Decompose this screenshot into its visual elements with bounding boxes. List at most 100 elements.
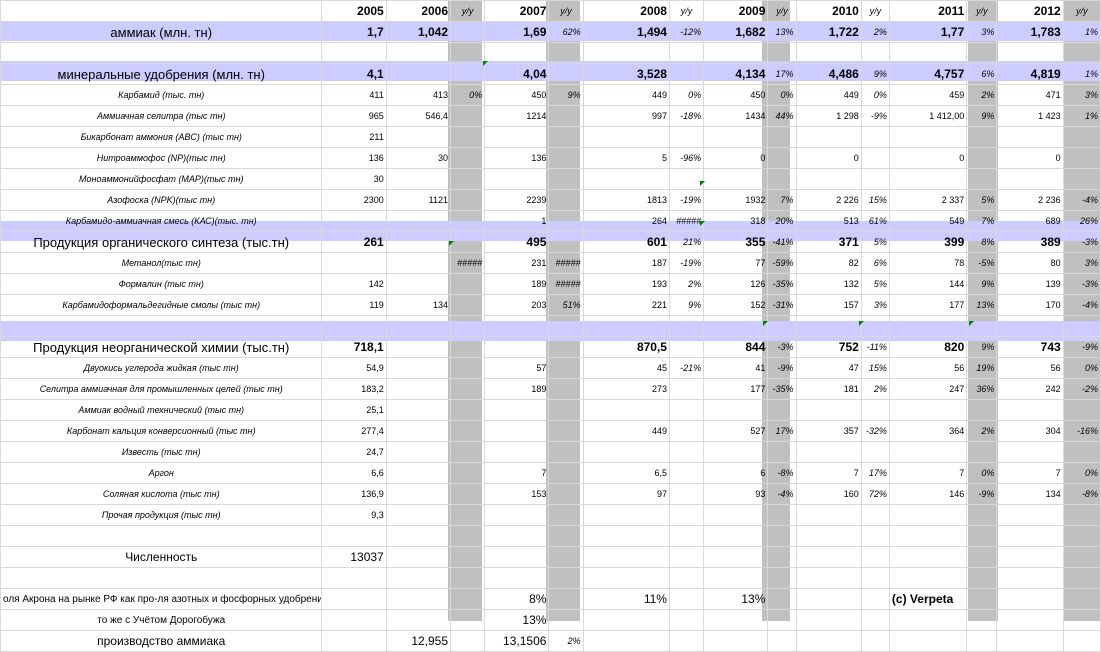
data-cell[interactable] <box>321 525 387 547</box>
data-cell[interactable]: 5% <box>860 273 890 295</box>
data-cell[interactable]: 7 <box>484 462 550 484</box>
data-cell[interactable] <box>385 378 452 400</box>
data-cell[interactable]: 157 <box>795 294 862 316</box>
data-cell[interactable]: 203 <box>484 294 550 316</box>
data-cell[interactable]: 136 <box>484 147 550 169</box>
data-cell[interactable]: 459 <box>888 84 968 106</box>
data-cell[interactable] <box>966 630 998 652</box>
data-cell[interactable]: 56 <box>996 357 1064 379</box>
data-cell[interactable]: 177 <box>703 378 769 400</box>
data-cell[interactable] <box>860 567 890 589</box>
data-cell[interactable] <box>450 42 486 64</box>
data-cell[interactable] <box>1062 588 1101 610</box>
data-cell[interactable]: 2% <box>966 84 998 106</box>
data-cell[interactable] <box>321 210 387 232</box>
header-cell[interactable]: 2006 <box>385 0 452 22</box>
data-cell[interactable] <box>548 126 584 148</box>
data-cell[interactable]: -96% <box>668 147 705 169</box>
data-cell[interactable]: 449 <box>582 420 670 442</box>
data-cell[interactable]: 371 <box>795 231 862 253</box>
data-cell[interactable] <box>548 63 584 85</box>
data-cell[interactable]: 689 <box>996 210 1064 232</box>
row-label-cell[interactable]: Прочая продукция (тыс тн) <box>0 504 323 526</box>
row-label-cell[interactable]: Моноаммонийфосфат (MAP)(тыс тн) <box>0 168 323 190</box>
data-cell[interactable]: 4,757 <box>888 63 968 85</box>
data-cell[interactable] <box>548 504 584 526</box>
data-cell[interactable]: 5% <box>860 231 890 253</box>
data-cell[interactable] <box>450 504 486 526</box>
data-cell[interactable]: 9% <box>860 63 890 85</box>
data-cell[interactable]: 134 <box>385 294 452 316</box>
data-cell[interactable] <box>450 378 486 400</box>
data-cell[interactable]: 304 <box>996 420 1064 442</box>
data-cell[interactable]: ##### <box>668 210 705 232</box>
data-cell[interactable] <box>484 42 550 64</box>
header-cell[interactable]: 2007 <box>484 0 550 22</box>
data-cell[interactable] <box>385 357 452 379</box>
data-cell[interactable] <box>385 63 452 85</box>
data-cell[interactable] <box>385 525 452 547</box>
data-cell[interactable]: 1,722 <box>795 21 862 43</box>
data-cell[interactable]: 4,819 <box>996 63 1064 85</box>
data-cell[interactable] <box>888 168 968 190</box>
row-label-cell[interactable]: то же с Учётом Дорогобужа <box>0 609 323 631</box>
data-cell[interactable] <box>548 42 584 64</box>
data-cell[interactable] <box>860 630 890 652</box>
data-cell[interactable] <box>668 588 705 610</box>
data-cell[interactable] <box>703 504 769 526</box>
data-cell[interactable]: 13037 <box>321 546 387 568</box>
data-cell[interactable]: 8% <box>966 231 998 253</box>
data-cell[interactable] <box>321 252 387 274</box>
data-cell[interactable]: 1,783 <box>996 21 1064 43</box>
data-cell[interactable] <box>321 588 387 610</box>
row-label-cell[interactable]: Бикарбонат аммония (ABC) (тыс тн) <box>0 126 323 148</box>
data-cell[interactable] <box>668 567 705 589</box>
data-cell[interactable] <box>966 399 998 421</box>
row-label-cell[interactable]: Аргон <box>0 462 323 484</box>
data-cell[interactable] <box>548 231 584 253</box>
data-cell[interactable] <box>966 147 998 169</box>
data-cell[interactable]: -9% <box>767 357 797 379</box>
data-cell[interactable] <box>548 588 584 610</box>
data-cell[interactable] <box>385 588 452 610</box>
data-cell[interactable]: 1,7 <box>321 21 387 43</box>
data-cell[interactable]: 601 <box>582 231 670 253</box>
data-cell[interactable] <box>888 546 968 568</box>
data-cell[interactable]: 26% <box>1062 210 1101 232</box>
data-cell[interactable] <box>767 441 797 463</box>
data-cell[interactable] <box>582 441 670 463</box>
data-cell[interactable] <box>860 315 890 337</box>
data-cell[interactable] <box>860 441 890 463</box>
data-cell[interactable]: 718,1 <box>321 336 387 358</box>
data-cell[interactable]: -9% <box>860 105 890 127</box>
row-label-cell[interactable]: Аммиак водный технический (тыс тн) <box>0 399 323 421</box>
data-cell[interactable]: 25,1 <box>321 399 387 421</box>
data-cell[interactable] <box>582 315 670 337</box>
data-cell[interactable] <box>548 546 584 568</box>
data-cell[interactable]: 13% <box>767 21 797 43</box>
data-cell[interactable]: 5% <box>966 189 998 211</box>
data-cell[interactable] <box>450 63 486 85</box>
data-cell[interactable]: 4,486 <box>795 63 862 85</box>
row-label-cell[interactable]: Нитроаммофос (NP)(тыс тн) <box>0 147 323 169</box>
data-cell[interactable]: 242 <box>996 378 1064 400</box>
data-cell[interactable] <box>966 315 998 337</box>
data-cell[interactable]: 0% <box>668 84 705 106</box>
data-cell[interactable]: 0% <box>966 462 998 484</box>
header-cell[interactable] <box>0 0 323 22</box>
data-cell[interactable] <box>321 630 387 652</box>
data-cell[interactable]: -35% <box>767 378 797 400</box>
data-cell[interactable] <box>450 168 486 190</box>
data-cell[interactable] <box>996 441 1064 463</box>
data-cell[interactable]: 1,494 <box>582 21 670 43</box>
data-cell[interactable] <box>966 567 998 589</box>
data-cell[interactable]: 247 <box>888 378 968 400</box>
data-cell[interactable] <box>888 504 968 526</box>
data-cell[interactable]: 183,2 <box>321 378 387 400</box>
data-cell[interactable] <box>767 546 797 568</box>
data-cell[interactable] <box>767 147 797 169</box>
data-cell[interactable] <box>996 546 1064 568</box>
data-cell[interactable]: 44% <box>767 105 797 127</box>
data-cell[interactable] <box>767 630 797 652</box>
data-cell[interactable] <box>703 399 769 421</box>
